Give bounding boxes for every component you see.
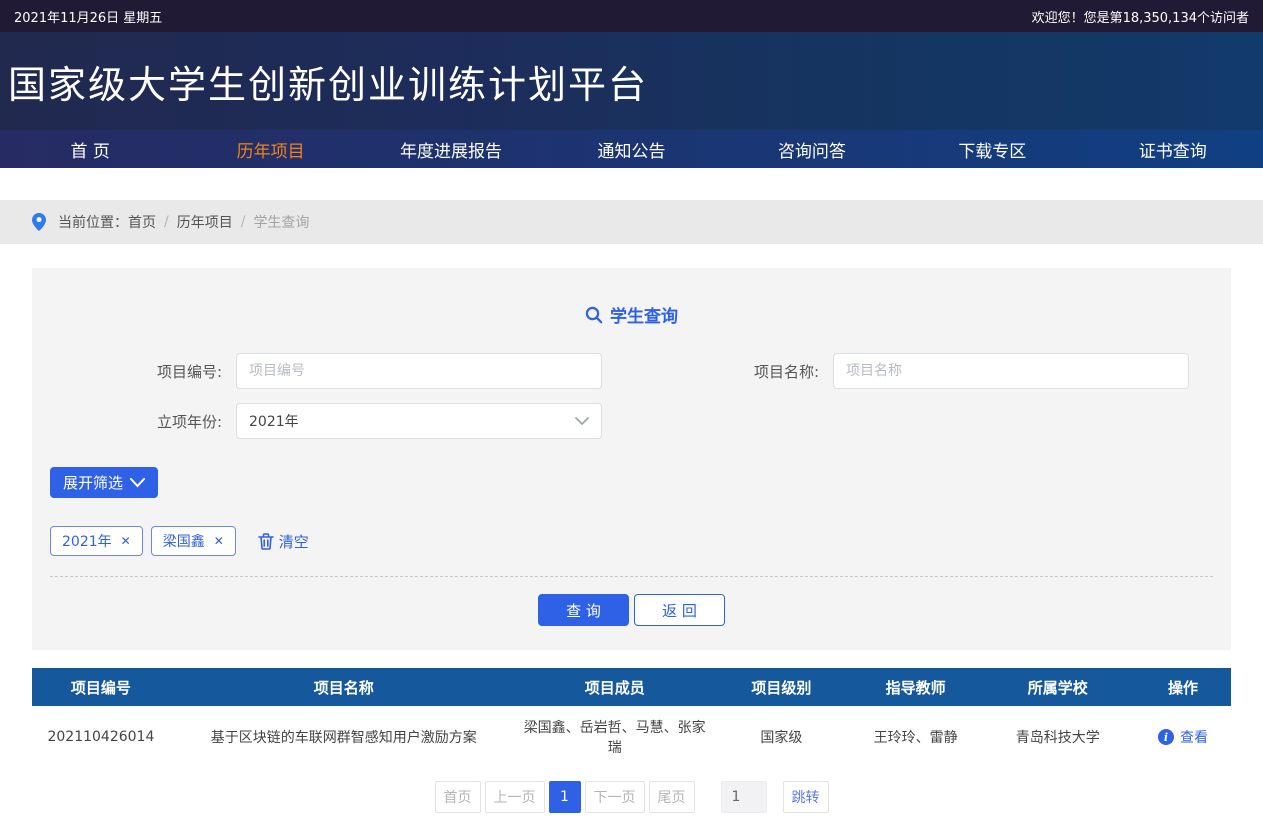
pagination: 首页 上一页 1 下一页 尾页 跳转 bbox=[0, 781, 1263, 813]
breadcrumb-current: 学生查询 bbox=[253, 212, 309, 232]
site-banner: 国家级大学生创新创业训练计划平台 bbox=[0, 32, 1263, 130]
row-project-name: 基于区块链的车联网群智感知用户激励方案 bbox=[170, 727, 518, 747]
project-name-input[interactable] bbox=[833, 353, 1189, 389]
header-level: 项目级别 bbox=[712, 677, 851, 698]
header-project-code: 项目编号 bbox=[32, 677, 170, 698]
breadcrumb-prefix: 当前位置： bbox=[58, 212, 128, 232]
breadcrumb-separator: / bbox=[241, 214, 246, 230]
search-icon bbox=[585, 306, 603, 324]
row-project-code: 202110426014 bbox=[32, 729, 170, 745]
nav-item-notices[interactable]: 通知公告 bbox=[541, 130, 721, 168]
filter-tag-year: 2021年 ✕ bbox=[50, 526, 143, 556]
page-jump-button[interactable]: 跳转 bbox=[783, 781, 829, 813]
panel-title: 学生查询 bbox=[50, 302, 1213, 327]
breadcrumb-past-projects[interactable]: 历年项目 bbox=[177, 212, 233, 232]
nav-item-downloads[interactable]: 下载专区 bbox=[902, 130, 1082, 168]
info-icon: i bbox=[1158, 729, 1174, 745]
nav-item-past-projects[interactable]: 历年项目 bbox=[180, 130, 360, 168]
nav-item-certificate[interactable]: 证书查询 bbox=[1083, 130, 1263, 168]
site-title: 国家级大学生创新创业训练计划平台 bbox=[8, 54, 648, 109]
nav-item-qa[interactable]: 咨询问答 bbox=[722, 130, 902, 168]
table-row: 202110426014 基于区块链的车联网群智感知用户激励方案 梁国鑫、岳岩哲… bbox=[32, 706, 1231, 768]
filter-tag-student: 梁国鑫 ✕ bbox=[151, 526, 236, 556]
expand-filters-button[interactable]: 展开筛选 bbox=[50, 467, 158, 498]
active-filters: 2021年 ✕ 梁国鑫 ✕ 清空 bbox=[50, 526, 1213, 556]
year-label: 立项年份: bbox=[50, 411, 236, 432]
query-button[interactable]: 查 询 bbox=[538, 594, 629, 626]
expand-filters-label: 展开筛选 bbox=[63, 472, 123, 493]
filter-tag-label: 梁国鑫 bbox=[163, 531, 205, 551]
nav-item-home[interactable]: 首 页 bbox=[0, 130, 180, 168]
row-members: 梁国鑫、岳岩哲、马慧、张家瑞 bbox=[518, 717, 712, 757]
top-bar: 2021年11月26日 星期五 欢迎您！您是第18,350,134个访问者 bbox=[0, 0, 1263, 32]
page-last-button[interactable]: 尾页 bbox=[649, 781, 695, 813]
view-link[interactable]: i 查看 bbox=[1158, 727, 1208, 747]
student-search-panel: 学生查询 项目编号: 项目名称: 立项年份: 2021年 展开筛选 bbox=[32, 268, 1231, 650]
project-code-input[interactable] bbox=[236, 353, 602, 389]
chevron-down-icon bbox=[575, 417, 589, 426]
page-number-current[interactable]: 1 bbox=[549, 781, 581, 813]
page-first-button[interactable]: 首页 bbox=[435, 781, 481, 813]
header-teachers: 指导教师 bbox=[851, 677, 980, 698]
header-action: 操作 bbox=[1135, 677, 1231, 698]
breadcrumb-home[interactable]: 首页 bbox=[128, 212, 156, 232]
back-button[interactable]: 返 回 bbox=[634, 594, 725, 626]
page-next-button[interactable]: 下一页 bbox=[585, 781, 645, 813]
dashed-divider bbox=[50, 576, 1213, 577]
remove-filter-icon[interactable]: ✕ bbox=[214, 534, 224, 548]
location-pin-icon bbox=[32, 213, 46, 231]
remove-filter-icon[interactable]: ✕ bbox=[121, 534, 131, 548]
row-teachers: 王玲玲、雷静 bbox=[851, 727, 980, 747]
panel-title-text: 学生查询 bbox=[610, 302, 678, 327]
clear-filters-button[interactable]: 清空 bbox=[258, 531, 309, 552]
filter-tag-label: 2021年 bbox=[62, 531, 112, 551]
row-level: 国家级 bbox=[712, 727, 851, 747]
table-header-row: 项目编号 项目名称 项目成员 项目级别 指导教师 所属学校 操作 bbox=[32, 668, 1231, 706]
main-nav: 首 页 历年项目 年度进展报告 通知公告 咨询问答 下载专区 证书查询 bbox=[0, 130, 1263, 168]
breadcrumb: 当前位置： 首页 / 历年项目 / 学生查询 bbox=[0, 200, 1263, 244]
results-table: 项目编号 项目名称 项目成员 项目级别 指导教师 所属学校 操作 2021104… bbox=[32, 668, 1231, 768]
header-school: 所属学校 bbox=[980, 677, 1135, 698]
visitor-counter: 欢迎您！您是第18,350,134个访问者 bbox=[1032, 7, 1249, 26]
project-name-label: 项目名称: bbox=[647, 361, 833, 382]
trash-icon bbox=[258, 533, 274, 550]
chevron-down-icon bbox=[130, 478, 145, 488]
nav-item-annual-report[interactable]: 年度进展报告 bbox=[361, 130, 541, 168]
breadcrumb-separator: / bbox=[164, 214, 169, 230]
project-code-label: 项目编号: bbox=[50, 361, 236, 382]
page-prev-button[interactable]: 上一页 bbox=[485, 781, 545, 813]
page-jump-input[interactable] bbox=[721, 781, 767, 813]
year-select-value: 2021年 bbox=[249, 411, 299, 431]
row-school: 青岛科技大学 bbox=[980, 727, 1135, 747]
view-link-label: 查看 bbox=[1180, 727, 1208, 747]
current-date: 2021年11月26日 星期五 bbox=[14, 7, 162, 26]
header-project-name: 项目名称 bbox=[170, 677, 518, 698]
clear-filters-label: 清空 bbox=[279, 531, 309, 552]
year-select[interactable]: 2021年 bbox=[236, 403, 602, 439]
search-form: 项目编号: 项目名称: 立项年份: 2021年 bbox=[50, 353, 1213, 439]
header-members: 项目成员 bbox=[518, 677, 712, 698]
